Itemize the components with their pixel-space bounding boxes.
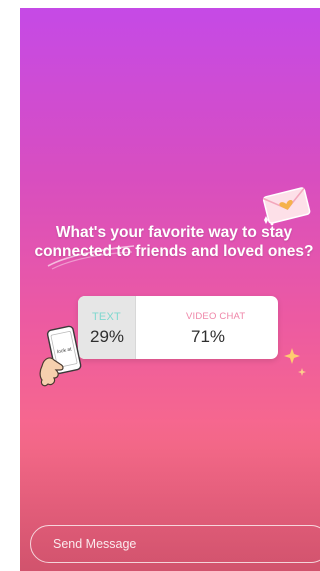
poll-option-label: VIDEO CHAT — [186, 311, 246, 322]
story-canvas: What's your favorite way to stay connect… — [20, 8, 320, 571]
poll-option-video-chat[interactable]: VIDEO CHAT 71% — [136, 296, 278, 359]
poll-option-label: TEXT — [92, 311, 121, 323]
send-message-placeholder: Send Message — [53, 537, 137, 551]
poll-question: What's your favorite way to stay connect… — [34, 224, 314, 260]
sparkle-icon — [284, 348, 306, 376]
poll-option-percent: 29% — [90, 327, 125, 346]
poll-option-percent: 71% — [191, 327, 226, 346]
send-message-input[interactable]: Send Message — [30, 525, 320, 563]
hand-phone-icon: look at — [39, 325, 82, 387]
poll-sticker[interactable]: TEXT 29% VIDEO CHAT 71% — [78, 296, 278, 359]
